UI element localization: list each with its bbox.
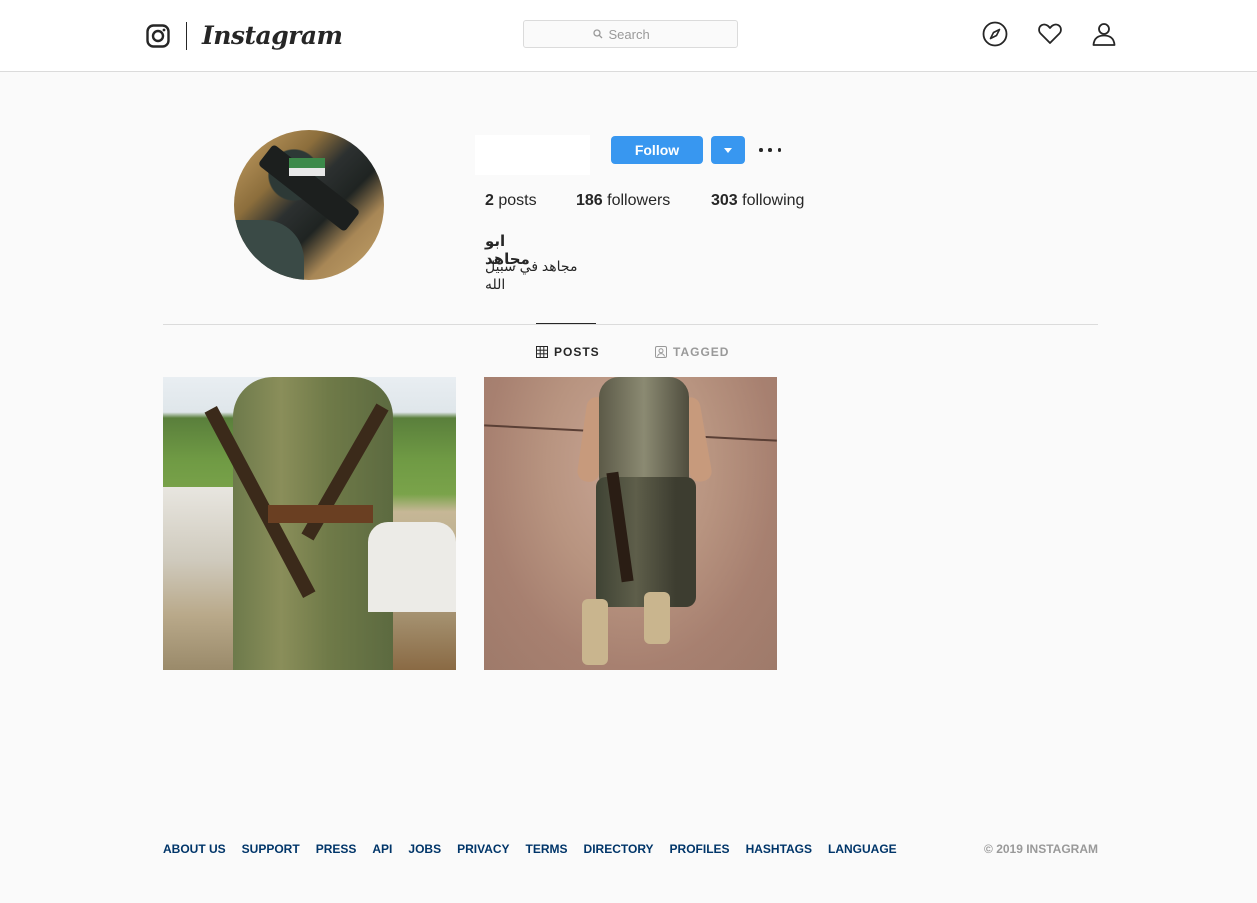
search-input[interactable] — [608, 26, 669, 42]
more-options-button[interactable] — [759, 140, 781, 160]
instagram-logo-icon — [146, 24, 170, 48]
footer-link-support[interactable]: SUPPORT — [242, 841, 300, 857]
tab-tagged-label: TAGGED — [673, 345, 730, 359]
suggested-dropdown-button[interactable] — [711, 136, 745, 164]
avatar-photo-detail — [289, 168, 325, 176]
brand-divider — [186, 22, 187, 50]
posts-count: 2 — [485, 192, 494, 209]
following-stat[interactable]: 303 following — [711, 191, 804, 211]
profile-avatar[interactable] — [234, 130, 384, 280]
footer-links: ABOUT US SUPPORT PRESS API JOBS PRIVACY … — [163, 841, 913, 857]
posts-count-stat: 2 posts — [485, 191, 537, 211]
active-tab-indicator — [536, 323, 596, 324]
tagged-icon — [655, 346, 667, 358]
followers-label: followers — [607, 192, 671, 209]
post-photo-detail — [599, 377, 689, 487]
copyright: © 2019 INSTAGRAM — [984, 842, 1098, 856]
ellipsis-icon-dot — [759, 148, 763, 152]
footer-link-api[interactable]: API — [372, 841, 392, 857]
footer-link-jobs[interactable]: JOBS — [408, 841, 441, 857]
avatar-photo-detail — [234, 220, 304, 280]
post-thumbnail[interactable] — [163, 377, 456, 670]
followers-stat[interactable]: 186 followers — [576, 191, 670, 211]
tab-tagged[interactable]: TAGGED — [655, 344, 729, 360]
footer-link-privacy[interactable]: PRIVACY — [457, 841, 509, 857]
post-photo-detail — [644, 592, 670, 644]
followers-count: 186 — [576, 192, 603, 209]
avatar-photo-detail — [289, 158, 325, 168]
caret-down-icon — [724, 147, 732, 153]
footer-link-hashtags[interactable]: HASHTAGS — [746, 841, 812, 857]
post-photo-detail — [582, 599, 608, 665]
following-count: 303 — [711, 192, 738, 209]
username-redacted — [475, 135, 590, 175]
footer-link-profiles[interactable]: PROFILES — [670, 841, 730, 857]
footer-link-terms[interactable]: TERMS — [526, 841, 568, 857]
top-nav: Instagram — [0, 0, 1257, 72]
footer-link-directory[interactable]: DIRECTORY — [584, 841, 654, 857]
tab-posts[interactable]: POSTS — [536, 344, 600, 360]
follow-button[interactable]: Follow — [611, 136, 703, 164]
tabs-divider — [163, 324, 1098, 325]
profile-bio: مجاهد في سبيل الله — [485, 258, 578, 292]
ellipsis-icon-dot — [777, 148, 781, 152]
activity-heart-icon[interactable] — [1037, 21, 1063, 47]
instagram-wordmark: Instagram — [202, 21, 343, 50]
brand[interactable]: Instagram — [146, 20, 343, 52]
explore-compass-icon[interactable] — [982, 21, 1008, 47]
following-label: following — [742, 192, 805, 209]
post-photo-detail — [368, 522, 456, 612]
footer-link-about-us[interactable]: ABOUT US — [163, 841, 226, 857]
grid-icon — [536, 346, 548, 358]
tab-posts-label: POSTS — [554, 345, 600, 359]
ellipsis-icon-dot — [768, 148, 772, 152]
footer-link-press[interactable]: PRESS — [316, 841, 357, 857]
search-box[interactable] — [523, 20, 738, 48]
post-photo-detail — [268, 505, 373, 523]
posts-label: posts — [498, 192, 537, 209]
search-icon — [592, 29, 602, 39]
footer-link-language[interactable]: LANGUAGE — [828, 841, 897, 857]
post-thumbnail[interactable] — [484, 377, 777, 670]
profile-user-icon[interactable] — [1091, 21, 1117, 47]
